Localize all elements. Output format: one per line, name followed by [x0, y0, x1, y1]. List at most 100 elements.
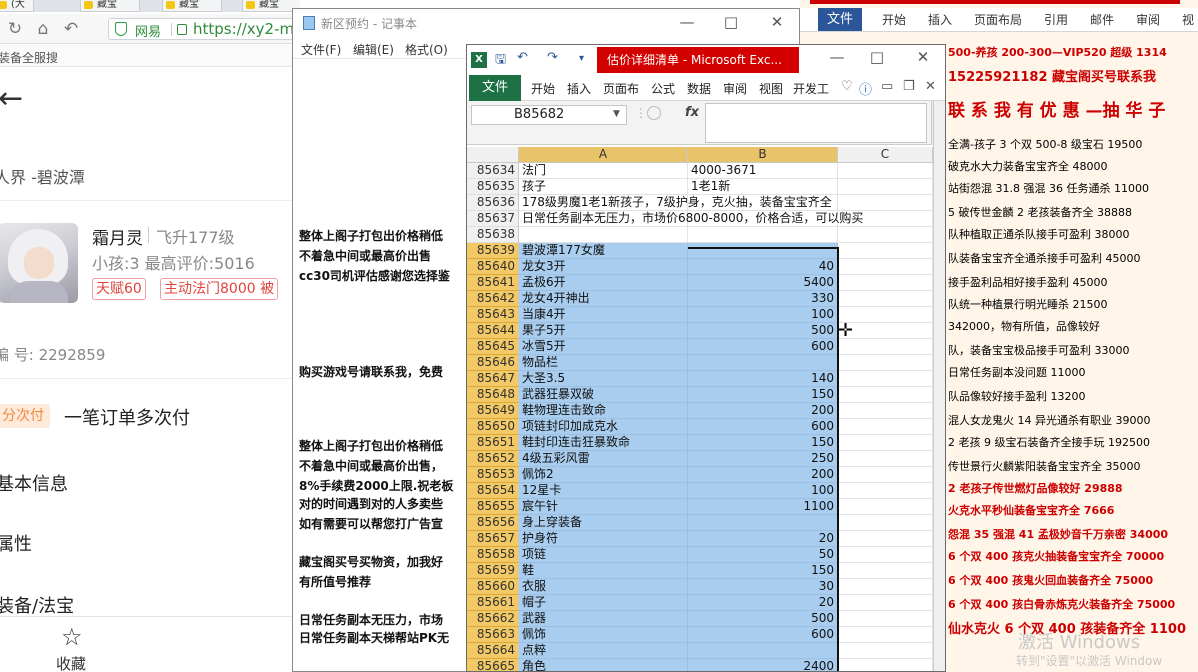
name-box[interactable]: B85682: [471, 105, 627, 125]
cell-a[interactable]: 物品栏: [519, 355, 688, 371]
cell-a[interactable]: 178级男魔1老1新孩子，7级护身，克火抽，装备宝宝齐全: [519, 195, 832, 211]
cell-c[interactable]: [838, 291, 933, 307]
cell-a[interactable]: 鞋物理连击致命: [519, 403, 688, 419]
row-header[interactable]: 85636: [467, 195, 519, 211]
cell-a[interactable]: 12星卡: [519, 483, 688, 499]
notepad-menu-edit[interactable]: 编辑(E): [353, 41, 394, 58]
cell-a[interactable]: 鞋: [519, 563, 688, 579]
row-header[interactable]: 85657: [467, 531, 519, 547]
row-header[interactable]: 85650: [467, 419, 519, 435]
cell-b[interactable]: 250: [688, 451, 838, 467]
cell-b[interactable]: 20: [688, 595, 838, 611]
select-all-corner[interactable]: [467, 147, 519, 163]
cell-b[interactable]: 200: [688, 467, 838, 483]
cell-c[interactable]: [838, 659, 933, 671]
cell-c[interactable]: [838, 483, 933, 499]
cell-b[interactable]: [688, 515, 838, 531]
cell-b[interactable]: 600: [688, 339, 838, 355]
cell-c[interactable]: [838, 467, 933, 483]
word-tab-layout[interactable]: 页面布局: [974, 11, 1022, 28]
cell-b[interactable]: 2400: [688, 659, 838, 671]
row-header[interactable]: 85637: [467, 211, 519, 227]
row-header[interactable]: 85634: [467, 163, 519, 179]
row-header[interactable]: 85656: [467, 515, 519, 531]
row-header[interactable]: 85654: [467, 483, 519, 499]
row-header[interactable]: 85635: [467, 179, 519, 195]
word-tab-view[interactable]: 视: [1182, 11, 1194, 28]
row-header[interactable]: 85638: [467, 227, 519, 243]
menu-equipment[interactable]: 装备/法宝: [0, 592, 74, 618]
cell-c[interactable]: [838, 515, 933, 531]
cell-a[interactable]: 武器狂暴双破: [519, 387, 688, 403]
browser-tab[interactable]: (大: [0, 0, 34, 12]
cell-c[interactable]: [838, 547, 933, 563]
cell-a[interactable]: 佩饰: [519, 627, 688, 643]
row-header[interactable]: 85652: [467, 451, 519, 467]
cell-b[interactable]: 5400: [688, 275, 838, 291]
excel-tab-home[interactable]: 开始: [531, 80, 555, 97]
cell-a[interactable]: 鞋封印连击狂暴致命: [519, 435, 688, 451]
cell-a[interactable]: 4级五彩风雷: [519, 451, 688, 467]
word-tab-mail[interactable]: 邮件: [1090, 11, 1114, 28]
excel-file-tab[interactable]: 文件: [469, 75, 521, 101]
minimize-icon[interactable]: —: [677, 13, 697, 31]
cell-a[interactable]: 佩饰2: [519, 467, 688, 483]
cell-b[interactable]: 600: [688, 419, 838, 435]
cell-c[interactable]: [838, 179, 933, 195]
row-header[interactable]: 85651: [467, 435, 519, 451]
maximize-icon[interactable]: □: [721, 13, 741, 31]
row-header[interactable]: 85639: [467, 243, 519, 259]
cell-a[interactable]: 帽子: [519, 595, 688, 611]
cell-a[interactable]: 果子5开: [519, 323, 688, 339]
cell-b[interactable]: [688, 227, 838, 243]
cell-c[interactable]: [838, 339, 933, 355]
cell-b[interactable]: 150: [688, 563, 838, 579]
row-header[interactable]: 85646: [467, 355, 519, 371]
cell-b[interactable]: 30: [688, 579, 838, 595]
ribbon-heart-icon[interactable]: ♡: [841, 79, 853, 94]
cell-a[interactable]: 武器: [519, 611, 688, 627]
cell-a[interactable]: 日常任务副本无压力，市场价6800-8000，价格合适，可以购买: [519, 211, 863, 227]
back-icon[interactable]: ←: [0, 84, 23, 114]
favorite-label[interactable]: 收藏: [56, 653, 86, 672]
ribbon-restore-icon[interactable]: ❐: [903, 79, 915, 94]
cell-a[interactable]: 项链: [519, 547, 688, 563]
cell-c[interactable]: [838, 579, 933, 595]
cell-b[interactable]: 330: [688, 291, 838, 307]
cell-a[interactable]: 冰雪5开: [519, 339, 688, 355]
notepad-menu-format[interactable]: 格式(O): [405, 41, 448, 58]
cell-c[interactable]: [838, 643, 933, 659]
word-tab-insert[interactable]: 插入: [928, 11, 952, 28]
maximize-icon[interactable]: □: [867, 48, 887, 66]
ribbon-close-icon[interactable]: ✕: [925, 79, 936, 94]
cell-a[interactable]: 角色: [519, 659, 688, 671]
cell-b[interactable]: 200: [688, 403, 838, 419]
undo-icon[interactable]: ↶: [60, 18, 82, 40]
column-header-b[interactable]: B: [688, 147, 838, 163]
browser-tab[interactable]: 藏宝: [162, 0, 222, 12]
qat-dropdown-icon[interactable]: ▾: [579, 53, 584, 64]
cell-b[interactable]: 100: [688, 483, 838, 499]
cell-a[interactable]: 龙女3开: [519, 259, 688, 275]
excel-tab-developer[interactable]: 开发工: [793, 80, 829, 97]
row-header[interactable]: 85643: [467, 307, 519, 323]
column-header-a[interactable]: A: [519, 147, 688, 163]
cell-c[interactable]: [838, 595, 933, 611]
redo-icon[interactable]: ↷: [547, 50, 558, 65]
row-header[interactable]: 85658: [467, 547, 519, 563]
word-tab-review[interactable]: 审阅: [1136, 11, 1160, 28]
cell-b[interactable]: 1老1新: [688, 179, 838, 195]
cell-a[interactable]: 宸午针: [519, 499, 688, 515]
browser-tab[interactable]: 藏宝: [80, 0, 140, 12]
cell-b[interactable]: 1100: [688, 499, 838, 515]
row-header[interactable]: 85645: [467, 339, 519, 355]
row-header[interactable]: 85664: [467, 643, 519, 659]
cell-c[interactable]: [838, 259, 933, 275]
excel-tab-data[interactable]: 数据: [687, 80, 711, 97]
cell-a[interactable]: 点粹: [519, 643, 688, 659]
cell-a[interactable]: 法门: [519, 163, 688, 179]
cell-a[interactable]: 衣服: [519, 579, 688, 595]
name-box-dropdown-icon[interactable]: ▼: [613, 109, 620, 119]
word-tab-references[interactable]: 引用: [1044, 11, 1068, 28]
minimize-icon[interactable]: —: [827, 48, 847, 66]
